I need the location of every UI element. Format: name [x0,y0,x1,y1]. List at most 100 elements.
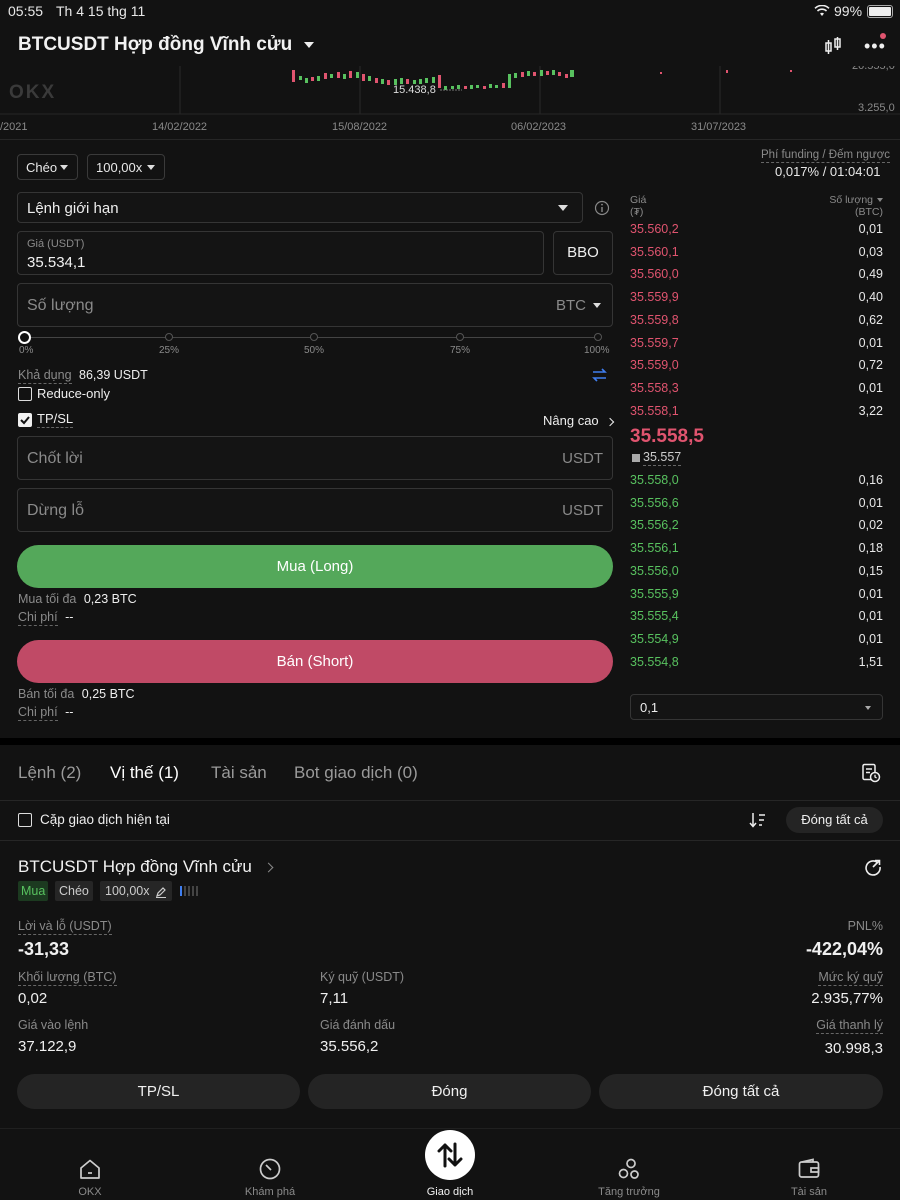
nav-label: Giao dịch [426,1186,474,1198]
chart-x-label: 14/02/2022 [152,121,208,133]
quantity-input[interactable]: Số lượng BTC [17,283,613,327]
leverage-select[interactable]: 100,00x [87,154,165,180]
position-tpsl-button[interactable]: TP/SL [17,1074,300,1109]
bid-price: 35.556,0 [630,563,679,578]
sell-max-label: Bán tối đa [18,687,75,701]
current-pair-checkbox[interactable] [18,813,32,827]
bid-quantity: 0,16 [858,473,883,487]
reduce-only-label: Reduce-only [37,386,110,401]
order-history-icon[interactable] [861,763,881,783]
position-leverage-button[interactable]: 100,00x [100,881,172,901]
caret-down-icon [877,198,883,203]
funding-label[interactable]: Phí funding / Đếm ngược [761,149,891,163]
position-title: BTCUSDT Hợp đồng Vĩnh cửu [18,857,252,876]
info-icon[interactable] [594,200,610,216]
sell-max-value: 0,25 BTC [81,687,135,701]
caret-down-icon [60,165,68,170]
caret-down-icon [865,706,871,710]
status-time: 05:55 [8,3,44,19]
caret-down-icon [147,165,155,170]
tab-positions[interactable]: Vị thế (1) [110,763,179,783]
transfer-icon[interactable] [592,368,607,382]
slider-tick[interactable] [310,333,318,341]
mark-price: 35.557 [632,450,682,466]
quantity-slider-handle[interactable] [18,331,31,344]
share-icon[interactable] [864,858,882,876]
available-label: Khả dụng [18,368,72,384]
orderbook-qty-header-unit: (BTC) [855,206,883,218]
bid-price: 35.558,0 [630,473,679,487]
position-contract-link[interactable]: BTCUSDT Hợp đồng Vĩnh cửu [18,857,274,877]
price-input-label: Giá (USDT) [27,238,85,250]
slider-tick[interactable] [594,333,602,341]
notification-dot [880,33,886,39]
flag-icon [632,453,640,462]
margin-mode-select[interactable]: Chéo [17,154,78,180]
price-chart[interactable]: OKX 15.438,8 20.555,0 3.255,0 [0,66,900,140]
buy-max-label: Mua tối đa [18,592,77,606]
price-input[interactable]: Giá (USDT) 35.534,1 [17,231,544,275]
position-close-all-button[interactable]: Đóng tất cả [599,1074,883,1109]
bid-quantity: 0,01 [858,631,883,646]
nav-label: Tăng trưởng [598,1186,660,1198]
ask-price: 35.558,3 [630,380,679,395]
sell-short-button[interactable]: Bán (Short) [17,640,613,683]
take-profit-input[interactable]: Chốt lời USDT [17,436,613,480]
stop-loss-unit: USDT [562,502,603,519]
mark-price-value: 35.556,2 [320,1038,379,1055]
ask-price: 35.558,1 [630,403,679,418]
contract-selector[interactable]: BTCUSDT Hợp đồng Vĩnh cửu [18,34,314,56]
advanced-link[interactable]: Nâng cao [543,413,615,428]
entry-price-label: Giá vào lệnh [18,1018,89,1032]
bid-quantity: 1,51 [858,654,883,669]
pnl-label: Lời và lỗ (USDT) [18,919,112,935]
caret-down-icon [593,303,601,308]
ask-price: 35.560,0 [630,267,679,282]
buy-cost-label: Chi phí [18,610,58,626]
order-type-value: Lệnh giới hạn [27,200,119,217]
position-close-button[interactable]: Đóng [308,1074,591,1109]
quantity-unit-select[interactable]: BTC [556,297,586,314]
stop-loss-input[interactable]: Dừng lỗ USDT [17,488,613,532]
buy-long-button[interactable]: Mua (Long) [17,545,613,588]
more-menu-button[interactable]: ••• [862,33,886,56]
chevron-down-icon [303,41,314,48]
ask-price: 35.560,2 [630,222,679,236]
candlestick-chart-icon[interactable] [823,36,843,56]
nav-label: Khám phá [244,1186,296,1198]
sort-icon[interactable] [749,811,767,829]
edit-icon [155,886,166,898]
sell-cost-value: -- [65,705,74,719]
close-all-filter-button[interactable]: Đóng tất cả [786,807,883,833]
tab-orders[interactable]: Lệnh (2) [18,763,81,783]
chart-axis-label-bottom: 3.255,0 [858,102,895,114]
candlestick-chart [0,66,900,115]
slider-tick[interactable] [456,333,464,341]
tab-assets[interactable]: Tài sản [211,763,267,783]
pnl-value: -31,33 [18,939,70,959]
buy-max-value: 0,23 BTC [83,592,137,606]
ask-price: 35.560,1 [630,244,679,259]
chevron-right-icon [606,417,615,426]
orderbook-qty-header[interactable]: Số lượng (BTC) [800,194,883,218]
bbo-button[interactable]: BBO [553,231,613,275]
tab-trading-bots[interactable]: Bot giao dịch (0) [294,763,418,783]
leverage-value: 100,00x [96,160,143,175]
current-pair-label: Cặp giao dịch hiện tại [40,812,170,827]
order-type-select[interactable]: Lệnh giới hạn [17,192,583,223]
ask-quantity: 0,01 [858,380,883,395]
ask-quantity: 0,40 [858,290,883,305]
chart-x-label: 31/07/2023 [691,121,747,133]
tpsl-checkbox[interactable] [18,413,32,427]
bottom-navigation: OKX Khám phá Giao dịch Tăng trưởng Tài s… [0,1128,900,1200]
take-profit-unit: USDT [562,450,603,467]
slider-tick[interactable] [165,333,173,341]
depth-select[interactable]: 0,1 [630,694,883,720]
position-side-badge: Mua [18,881,49,901]
buy-cost-value: -- [65,610,74,624]
swap-arrows-icon [437,1142,463,1168]
position-size-label: Khối lượng (BTC) [18,970,117,986]
nav-label: OKX [78,1186,102,1198]
reduce-only-checkbox[interactable] [18,387,32,401]
caret-down-icon [558,205,568,211]
